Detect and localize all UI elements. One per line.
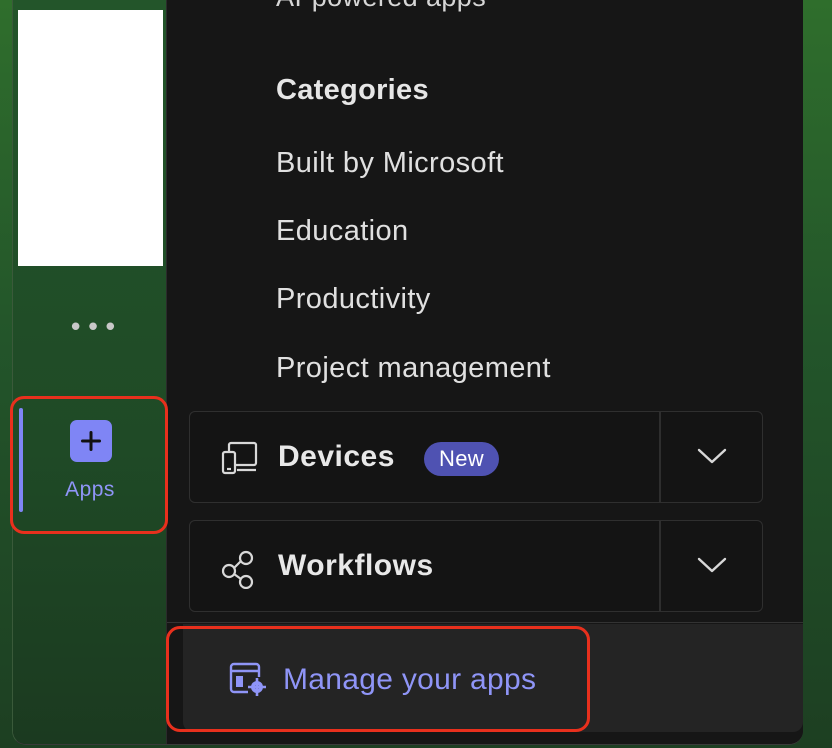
workflows-label: Workflows <box>278 549 434 582</box>
category-education[interactable]: Education <box>276 215 409 248</box>
category-productivity[interactable]: Productivity <box>276 283 431 316</box>
devices-expander: Devices New <box>189 411 763 503</box>
devices-expand-button[interactable] <box>661 412 762 502</box>
manage-apps-icon <box>228 661 268 702</box>
workflows-expand-button[interactable] <box>661 521 762 611</box>
apps-panel: AI-powered apps Categories Built by Micr… <box>167 0 803 744</box>
app-rail: ••• Apps <box>13 0 167 744</box>
category-built-by-microsoft[interactable]: Built by Microsoft <box>276 147 504 180</box>
devices-label: Devices <box>278 440 395 473</box>
workflows-icon <box>220 549 260 594</box>
chevron-down-icon <box>697 448 727 464</box>
rail-item-apps[interactable]: Apps <box>16 400 164 528</box>
workflows-button[interactable]: Workflows <box>190 521 661 611</box>
rail-app-preview <box>18 10 163 266</box>
panel-divider <box>167 622 803 623</box>
manage-your-apps-button[interactable]: Manage your apps <box>203 633 583 723</box>
chevron-down-icon <box>697 557 727 573</box>
workflows-expander: Workflows <box>189 520 763 612</box>
devices-button[interactable]: Devices New <box>190 412 661 502</box>
teams-window: ••• Apps AI-powered apps Categories Buil… <box>12 0 803 745</box>
devices-icon <box>220 440 260 481</box>
category-project-management[interactable]: Project management <box>276 352 551 385</box>
categories-heading: Categories <box>276 74 429 106</box>
manage-your-apps-label: Manage your apps <box>283 663 537 696</box>
plus-square-icon <box>70 420 112 462</box>
new-badge: New <box>424 442 499 476</box>
more-apps-button[interactable]: ••• <box>68 314 118 342</box>
ai-powered-apps-link[interactable]: AI-powered apps <box>276 0 486 13</box>
rail-item-apps-label: Apps <box>65 478 115 501</box>
